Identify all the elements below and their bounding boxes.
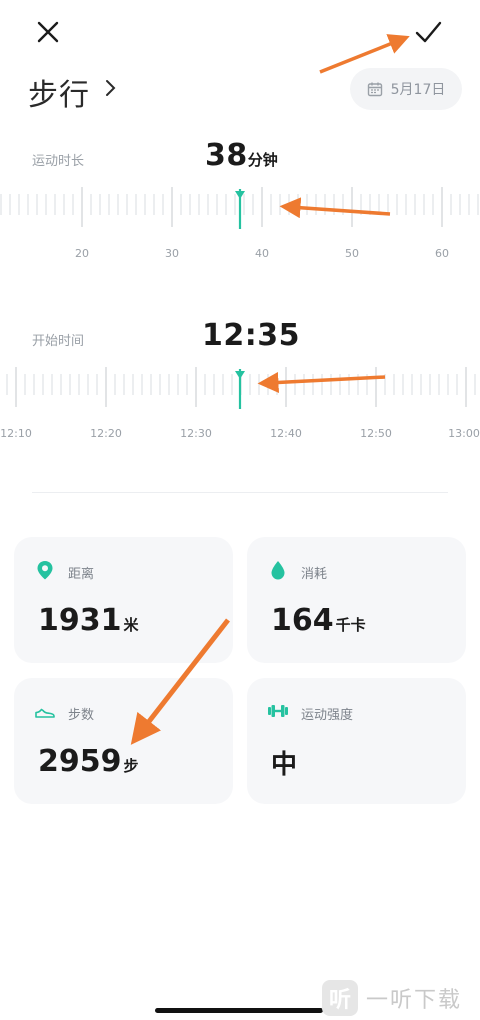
flame-drop-icon: [271, 561, 285, 580]
checkmark-icon: [415, 21, 442, 43]
watermark: 听 一听下载: [322, 978, 462, 1018]
start-time-ruler-ticks: [6, 367, 476, 409]
start-time-label: 开始时间: [32, 334, 85, 349]
activity-type-title[interactable]: 步行: [28, 70, 90, 114]
steps-card[interactable]: 步数 2959 步: [14, 678, 233, 804]
date-text: 5月17日: [390, 82, 446, 98]
distance-card[interactable]: 距离 1931 米: [14, 537, 233, 663]
calendar-icon: [367, 82, 382, 97]
start-time-tick-label: 12:50: [360, 427, 392, 440]
start-time-tick-label: 13:00: [448, 427, 480, 440]
steps-unit: 步: [123, 757, 139, 775]
duration-tick-label: 50: [345, 247, 359, 260]
duration-tick-label: 60: [435, 247, 449, 260]
duration-ruler-slider[interactable]: 20 30 40 50 60: [0, 185, 480, 260]
duration-ruler-ticks: [0, 187, 479, 229]
dumbbell-icon: [268, 705, 288, 717]
duration-tick-label: 20: [75, 247, 89, 260]
start-time-tick-label: 12:10: [0, 427, 32, 440]
calories-unit: 千卡: [335, 616, 366, 634]
steps-value: 2959: [38, 744, 122, 779]
date-picker-chip[interactable]: 5月17日: [350, 68, 462, 110]
chevron-right-icon[interactable]: [104, 78, 118, 98]
duration-unit: 分钟: [247, 151, 278, 169]
steps-readout: 2959 步: [38, 744, 139, 779]
distance-label: 距离: [68, 567, 95, 582]
shoe-icon: [35, 708, 55, 718]
distance-unit: 米: [123, 616, 139, 634]
home-indicator[interactable]: [155, 1008, 323, 1013]
steps-label: 步数: [68, 708, 95, 723]
start-time-tick-label: 12:40: [270, 427, 302, 440]
distance-value: 1931: [38, 603, 122, 638]
distance-readout: 1931 米: [38, 603, 139, 638]
duration-readout: 38分钟: [205, 138, 278, 173]
calories-value: 164: [271, 603, 334, 638]
intensity-value: 中: [271, 750, 298, 780]
duration-tick-label: 40: [255, 247, 269, 260]
calories-readout: 164 千卡: [271, 603, 366, 638]
duration-tick-label: 30: [165, 247, 179, 260]
close-button[interactable]: [30, 14, 66, 50]
close-icon: [37, 21, 59, 43]
duration-value: 38: [205, 138, 248, 173]
start-time-tick-label: 12:20: [90, 427, 122, 440]
calories-card[interactable]: 消耗 164 千卡: [247, 537, 466, 663]
intensity-card[interactable]: 运动强度 中: [247, 678, 466, 804]
watermark-text: 一听下载: [366, 988, 463, 1013]
section-divider: [32, 492, 448, 493]
watermark-logo: 听: [322, 980, 358, 1016]
confirm-button[interactable]: [410, 14, 446, 50]
start-time-tick-label: 12:30: [180, 427, 212, 440]
start-time-ruler-slider[interactable]: 12:10 12:20 12:30 12:40 12:50 13:00: [0, 365, 480, 440]
calories-label: 消耗: [301, 567, 328, 582]
duration-label: 运动时长: [32, 154, 85, 169]
start-time-ruler-indicator-handle[interactable]: [235, 371, 245, 379]
intensity-label: 运动强度: [301, 708, 354, 723]
location-pin-icon: [37, 561, 53, 580]
start-time-value: 12:35: [202, 318, 300, 353]
